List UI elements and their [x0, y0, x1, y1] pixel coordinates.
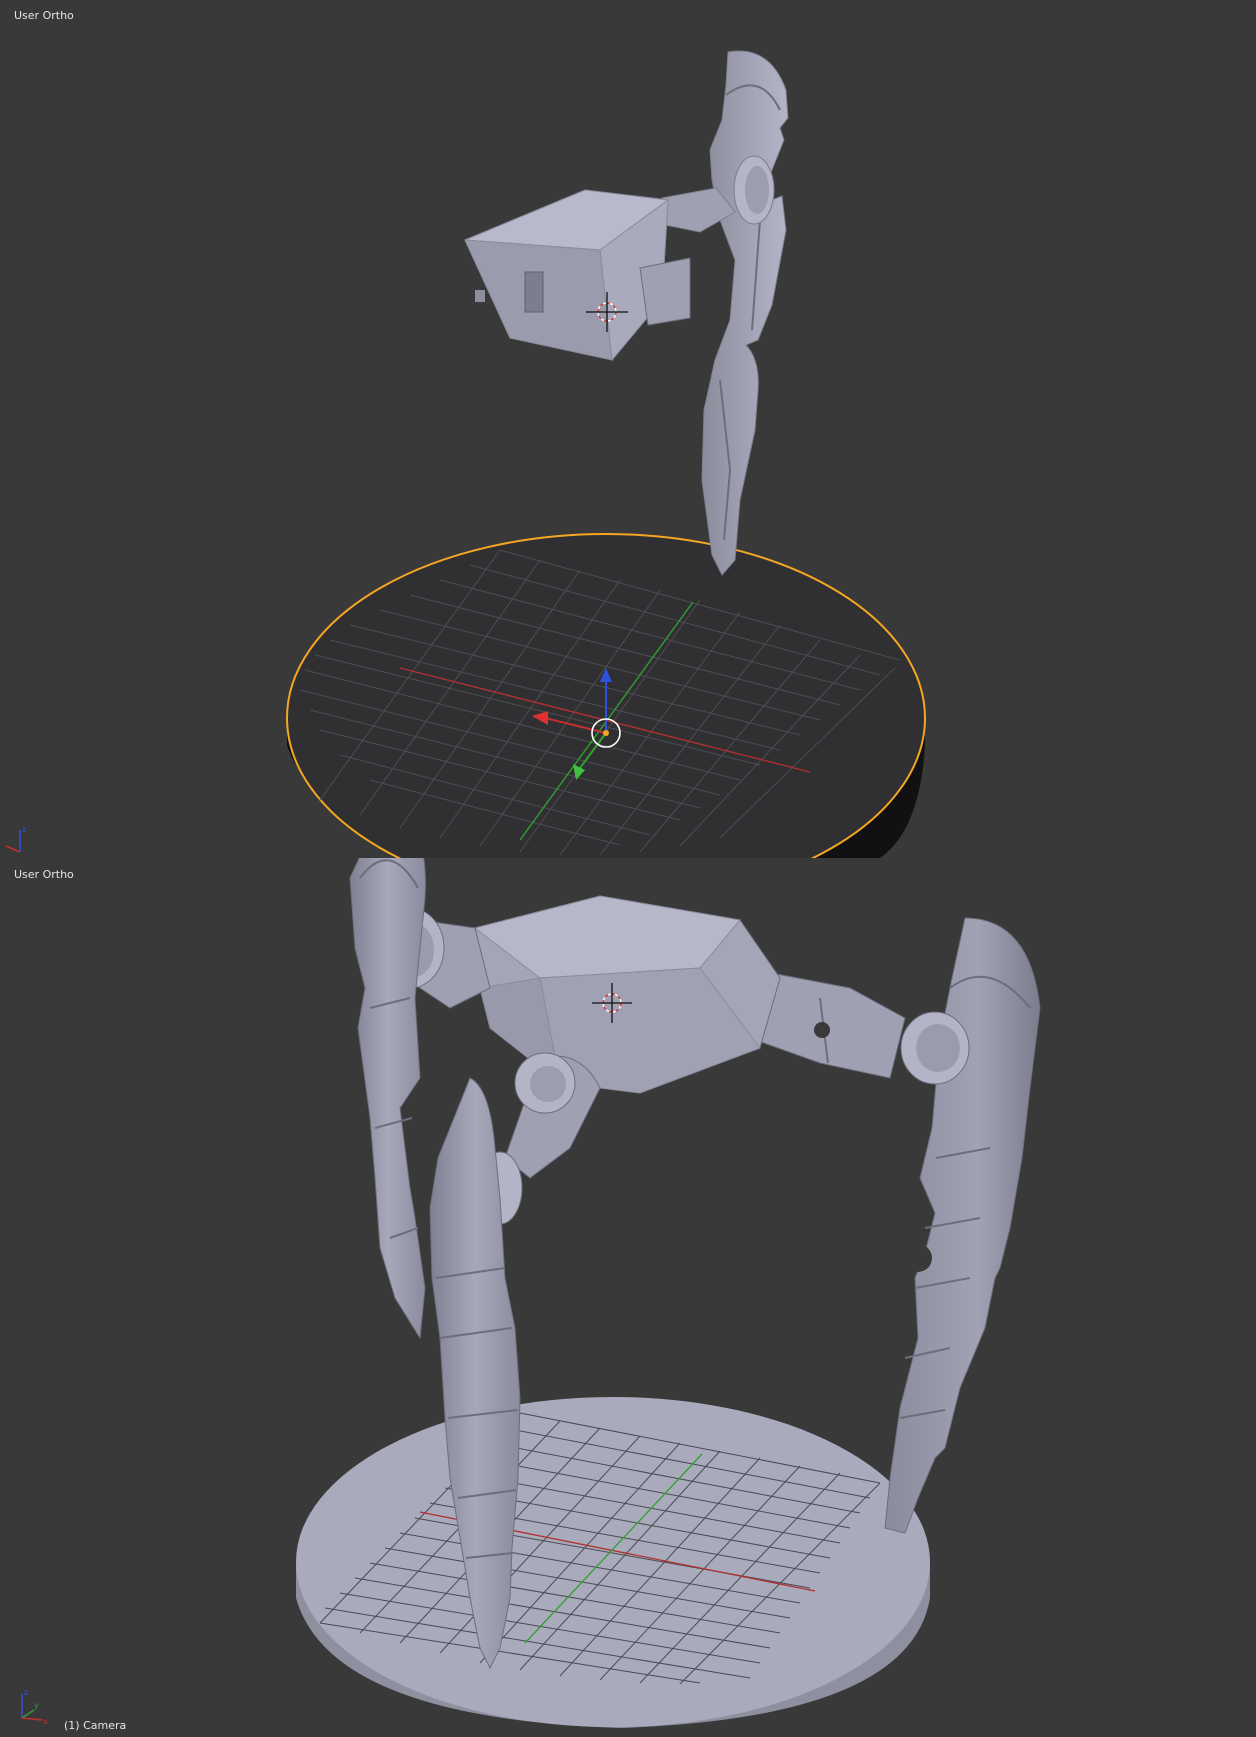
axis-orientation-icon: z y x — [21, 1688, 48, 1726]
viewport-scene[interactable]: z y x — [0, 858, 1256, 1737]
axis-z-label: z — [24, 1688, 28, 1697]
axis-y-label: y — [34, 1701, 39, 1710]
top-3d-viewport[interactable]: User Ortho z — [0, 0, 1256, 858]
robot-mesh-side[interactable] — [464, 50, 789, 576]
bottom-3d-viewport[interactable]: User Ortho (1) Camera z y x — [0, 858, 1256, 1737]
axis-orientation-icon: z — [5, 825, 26, 853]
axis-x-label: x — [43, 1717, 48, 1726]
base-disc[interactable] — [296, 1397, 930, 1728]
axis-z-label: z — [22, 825, 26, 834]
viewport-scene[interactable]: z — [0, 0, 1256, 858]
